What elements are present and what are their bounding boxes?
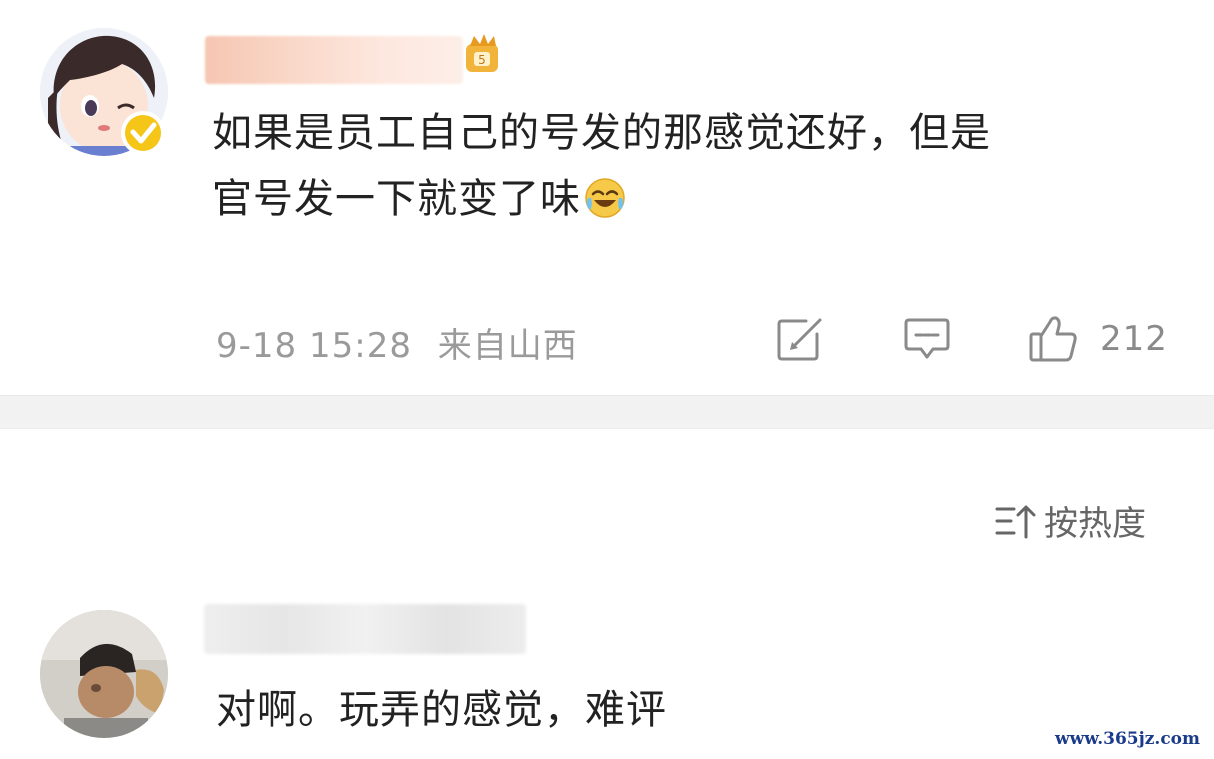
laughing-crying-emoji-icon bbox=[585, 178, 625, 218]
comment-card: 5 如果是员工自己的号发的那感觉还好，但是 官号发一下就变了味 9-18 15:… bbox=[0, 0, 1214, 395]
section-divider bbox=[0, 395, 1214, 429]
vip-crown-icon: 5 bbox=[466, 34, 498, 72]
comment-icon bbox=[904, 318, 950, 359]
like-count: 212 bbox=[1100, 319, 1168, 359]
comment-body: 如果是员工自己的号发的那感觉还好，但是 官号发一下就变了味 bbox=[212, 100, 1192, 232]
thumbs-up-icon bbox=[1029, 316, 1077, 362]
verified-badge-icon bbox=[121, 111, 165, 155]
username-redacted[interactable] bbox=[205, 36, 463, 84]
repost-icon bbox=[777, 318, 822, 361]
username-redacted-2[interactable] bbox=[204, 604, 526, 654]
sort-label: 按热度 bbox=[1044, 504, 1146, 544]
site-watermark: www.365jz.com bbox=[1047, 727, 1208, 751]
timestamp: 9-18 15:28 bbox=[216, 326, 412, 366]
comment-line-1: 如果是员工自己的号发的那感觉还好，但是 bbox=[212, 110, 991, 156]
comment-body-2: 对啊。玩弄的感觉，难评 bbox=[216, 687, 667, 733]
sort-icon bbox=[995, 505, 1036, 538]
reply-button[interactable] bbox=[903, 314, 951, 364]
comment-line-2-text: 官号发一下就变了味 bbox=[212, 176, 581, 222]
repost-button[interactable] bbox=[776, 314, 824, 364]
svg-text:5: 5 bbox=[478, 53, 486, 67]
user-avatar-2[interactable] bbox=[40, 610, 168, 738]
comment-meta: 9-18 15:28 来自山西 bbox=[216, 318, 578, 367]
sort-by-hot-button[interactable]: 按热度 bbox=[994, 496, 1146, 545]
comment-line-2: 官号发一下就变了味 bbox=[212, 166, 1192, 232]
like-button[interactable]: 212 bbox=[1028, 314, 1168, 364]
comment-feed: 5 如果是员工自己的号发的那感觉还好，但是 官号发一下就变了味 9-18 15:… bbox=[0, 0, 1214, 759]
location: 来自山西 bbox=[437, 326, 578, 366]
